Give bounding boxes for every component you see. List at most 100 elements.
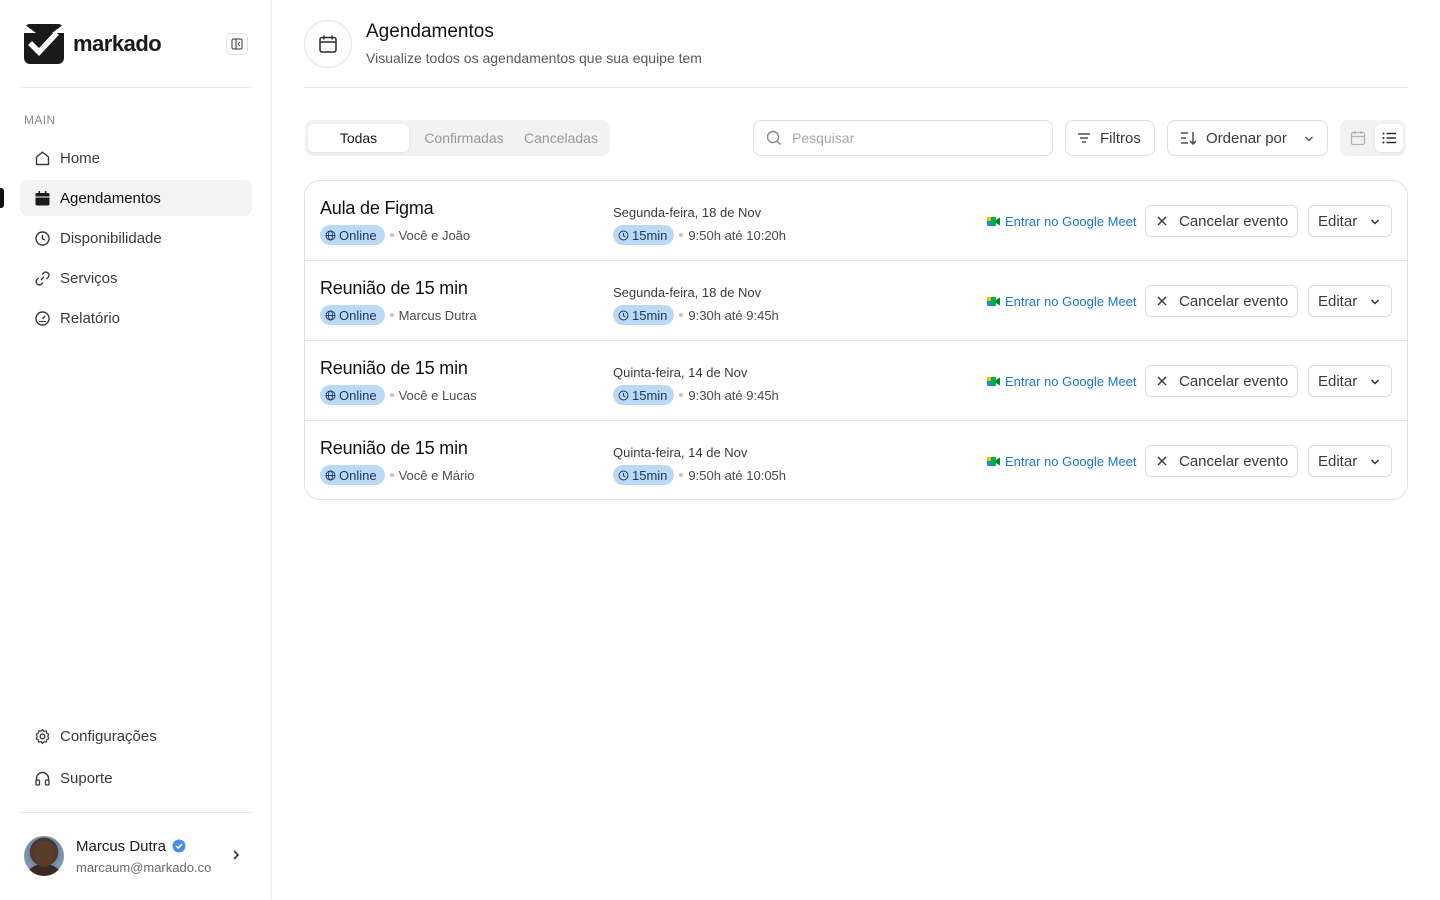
profile-email: marcaum@markado.co [76,859,212,875]
search-input[interactable] [792,130,1032,146]
globe-icon [325,470,336,481]
logo-text: markado [73,31,162,56]
event-time: 9:50h até 10:20h [688,227,787,243]
sidebar-item-label: Relatório [60,309,121,327]
calendar-icon [319,35,337,53]
link-icon [33,269,51,287]
view-toggle [1340,120,1406,156]
main-content: Agendamentos Visualize todos os agendame… [272,0,1440,900]
sidebar-item-label: Home [60,149,101,167]
verified-badge-icon [172,839,186,853]
google-meet-link[interactable]: Entrar no Google Meet [987,373,1137,389]
search-icon [766,130,781,145]
location-badge: Online [320,385,385,405]
event-row[interactable]: Reunião de 15 min Online Você e Mário Qu… [305,421,1407,499]
filter-icon [1076,130,1092,146]
sort-icon [1180,130,1198,146]
avatar [24,836,64,876]
duration-badge: 15min [613,225,675,245]
status-tabs: Todas Confirmadas Canceladas [305,120,610,156]
google-meet-icon [987,216,1000,226]
sidebar-item-label: Agendamentos [60,189,161,207]
close-icon [1156,295,1168,307]
event-title: Reunião de 15 min [320,358,468,378]
sidebar-item-configuracoes[interactable]: Configurações [20,718,252,754]
sidebar-item-disponibilidade[interactable]: Disponibilidade [20,220,252,256]
sidebar-item-servicos[interactable]: Serviços [20,260,252,296]
calendar-icon [33,189,51,207]
close-icon [1156,375,1168,387]
user-profile[interactable]: Marcus Dutra marcaum@markado.co [24,836,248,876]
edit-event-dropdown[interactable]: Editar [1308,445,1392,477]
list-view-button[interactable] [1375,124,1403,152]
clock-icon [618,390,629,401]
page-title: Agendamentos [366,21,494,42]
edit-event-dropdown[interactable]: Editar [1308,285,1392,317]
home-icon [33,149,51,167]
edit-event-dropdown[interactable]: Editar [1308,205,1392,237]
sidebar-divider [20,87,252,88]
clock-icon [33,229,51,247]
close-icon [1156,455,1168,467]
google-meet-icon [987,456,1000,466]
event-participants: Você e João [398,227,471,243]
sidebar-item-label: Configurações [60,727,157,745]
sidebar-item-home[interactable]: Home [20,140,252,176]
clock-icon [618,310,629,321]
event-participants: Você e Lucas [398,387,477,403]
markado-logo-icon [24,24,64,64]
clock-icon [618,230,629,241]
google-meet-icon [987,376,1000,386]
order-by-dropdown[interactable]: Ordenar por [1167,120,1328,156]
chevron-right-icon[interactable] [230,848,242,862]
chevron-down-icon [1369,456,1381,468]
collapse-sidebar-button[interactable] [226,33,248,55]
event-time: 9:30h até 9:45h [688,387,779,403]
cancel-event-button[interactable]: Cancelar evento [1145,445,1298,477]
sidebar-item-agendamentos[interactable]: Agendamentos [20,180,252,216]
duration-badge: 15min [613,385,675,405]
search-box[interactable] [753,120,1053,156]
events-list: Aula de Figma Online Você e João Segunda… [304,180,1408,500]
sidebar-divider [20,812,252,813]
event-row[interactable]: Reunião de 15 min Online Marcus Dutra Se… [305,261,1407,341]
chevron-down-icon [1305,136,1313,142]
event-row[interactable]: Aula de Figma Online Você e João Segunda… [305,181,1407,261]
event-row[interactable]: Reunião de 15 min Online Você e Lucas Qu… [305,341,1407,421]
tab-canceladas[interactable]: Canceladas [517,124,605,152]
event-date: Segunda-feira, 18 de Nov [613,285,762,300]
cancel-event-button[interactable]: Cancelar evento [1145,365,1298,397]
filters-label: Filtros [1100,129,1141,147]
cancel-event-button[interactable]: Cancelar evento [1145,205,1298,237]
gear-icon [33,727,51,745]
chevron-down-icon [1369,296,1381,308]
sidebar-item-label: Suporte [60,769,113,787]
close-icon [1156,215,1168,227]
google-meet-link[interactable]: Entrar no Google Meet [987,213,1137,229]
sidebar-item-label: Disponibilidade [60,229,162,247]
event-participants: Marcus Dutra [398,307,477,323]
sidebar-item-suporte[interactable]: Suporte [20,760,252,796]
location-badge: Online [320,305,385,325]
headphones-icon [33,769,51,787]
app-window: markado MAIN Home Agendamentos Disponibi… [0,0,1440,900]
page-icon [304,20,352,68]
duration-badge: 15min [613,465,675,485]
event-participants: Você e Mário [398,467,475,483]
gauge-icon [33,309,51,327]
sidebar-item-relatorio[interactable]: Relatório [20,300,252,336]
chevron-down-icon [1369,376,1381,388]
tab-todas[interactable]: Todas [308,124,409,152]
event-time: 9:30h até 9:45h [688,307,779,323]
google-meet-link[interactable]: Entrar no Google Meet [987,293,1137,309]
filters-button[interactable]: Filtros [1065,120,1155,156]
logo[interactable]: markado [24,24,248,64]
edit-event-dropdown[interactable]: Editar [1308,365,1392,397]
location-badge: Online [320,465,385,485]
tab-confirmadas[interactable]: Confirmadas [413,124,515,152]
google-meet-link[interactable]: Entrar no Google Meet [987,453,1137,469]
calendar-view-button[interactable] [1344,124,1372,152]
chevron-down-icon [1369,216,1381,228]
cancel-event-button[interactable]: Cancelar evento [1145,285,1298,317]
sidebar-item-label: Serviços [60,269,118,287]
